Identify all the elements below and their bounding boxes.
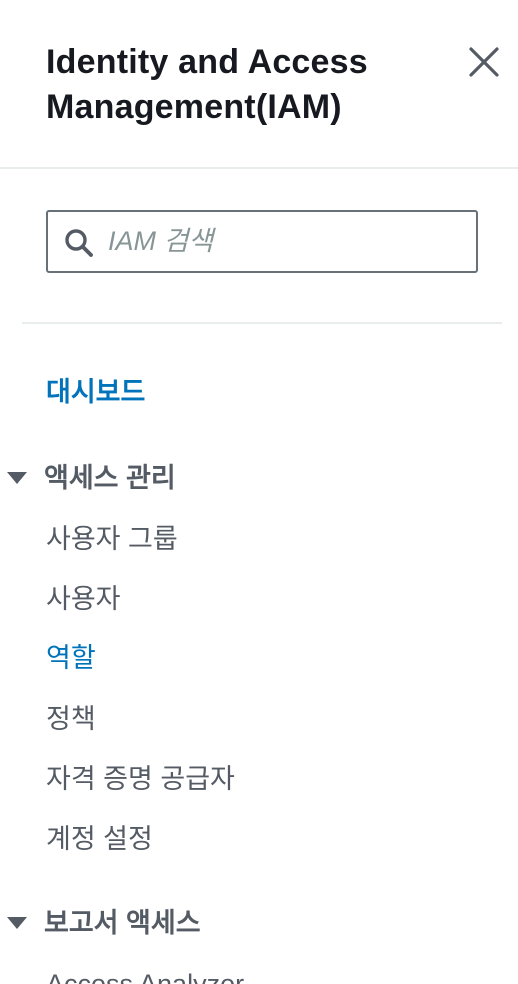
- caret-down-icon: [7, 917, 27, 929]
- nav-item-policies[interactable]: 정책: [46, 701, 96, 737]
- nav-header: Identity and Access Management(IAM): [0, 0, 518, 169]
- caret-down-icon: [7, 472, 27, 484]
- close-button[interactable]: [462, 40, 506, 84]
- nav-title: Identity and Access Management(IAM): [46, 43, 368, 126]
- iam-side-navigation: Identity and Access Management(IAM) 대시보드…: [0, 0, 518, 984]
- nav-item-roles[interactable]: 역할: [46, 640, 96, 676]
- nav-item-identity-providers[interactable]: 자격 증명 공급자: [46, 761, 235, 797]
- section-header-access-management[interactable]: 액세스 관리: [6, 460, 176, 496]
- close-icon: [469, 47, 499, 77]
- nav-item-user-groups[interactable]: 사용자 그룹: [46, 521, 178, 557]
- nav-item-access-analyzer[interactable]: Access Analyzer: [46, 966, 244, 984]
- search-icon: [65, 229, 93, 257]
- section-label: 액세스 관리: [44, 463, 176, 493]
- section-header-access-reports[interactable]: 보고서 액세스: [6, 905, 201, 941]
- nav-item-users[interactable]: 사용자: [46, 581, 121, 617]
- nav-link-dashboard[interactable]: 대시보드: [46, 374, 145, 410]
- section-label: 보고서 액세스: [44, 908, 201, 938]
- nav-item-account-settings[interactable]: 계정 설정: [46, 821, 153, 857]
- nav-divider: [22, 322, 502, 324]
- search-box[interactable]: [46, 210, 478, 273]
- search-input[interactable]: [108, 212, 468, 271]
